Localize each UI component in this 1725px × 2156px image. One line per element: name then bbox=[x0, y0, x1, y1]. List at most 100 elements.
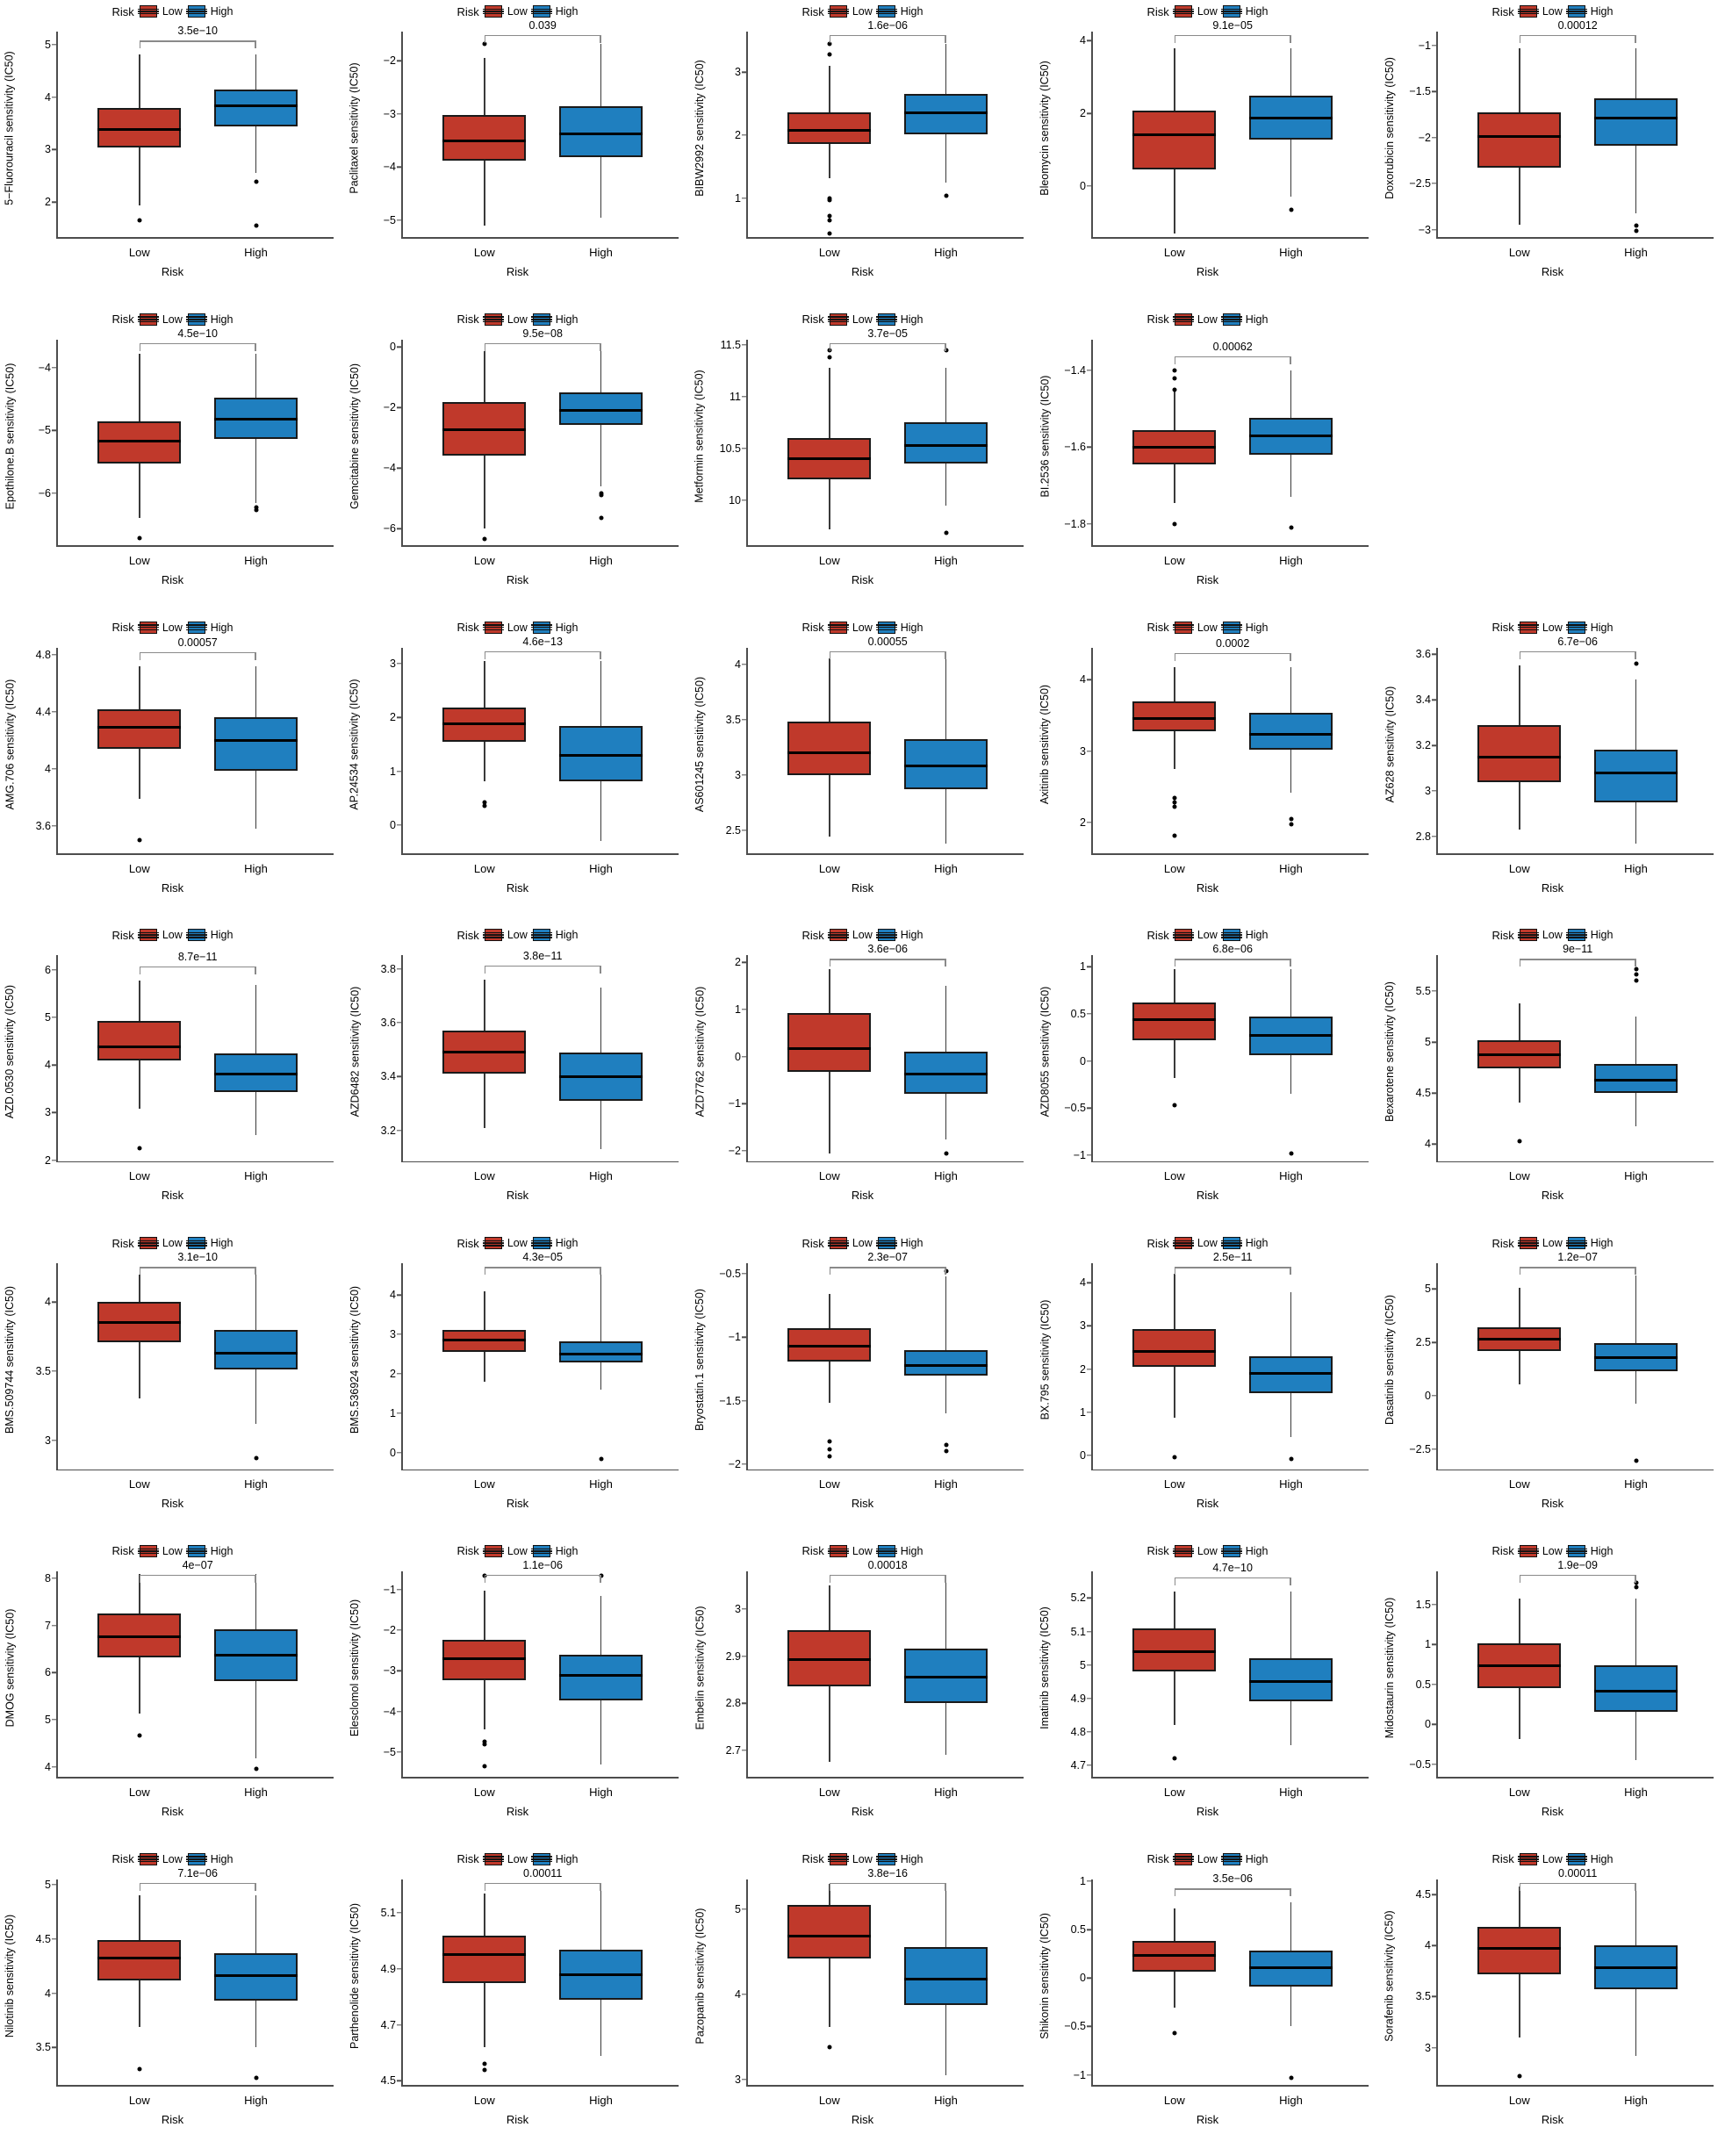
significance-bracket bbox=[484, 965, 601, 974]
p-value-label: 7.1e−06 bbox=[177, 1866, 218, 1879]
boxplot-panel: Risk Low High AZD6482 sensitivity (IC50) 3.8… bbox=[345, 923, 690, 1232]
panel-legend: Risk Low High bbox=[1380, 1850, 1725, 1869]
y-axis-ticks: 4 3 2 1 0 bbox=[363, 1263, 401, 1470]
plot-area: Gemcitabine sensitivity (IC50) 0 −2 −4 −6 9.5… bbox=[345, 327, 690, 615]
y-tick-label: 3.6 bbox=[380, 1016, 396, 1029]
axes: 1.6e−06 bbox=[746, 19, 1024, 239]
y-axis-line bbox=[401, 955, 403, 1163]
x-axis-title: Risk bbox=[1196, 572, 1219, 586]
x-axis-line bbox=[56, 237, 334, 239]
y-axis-ticks: 4 3.5 3 bbox=[18, 1263, 56, 1470]
legend-key-high bbox=[1565, 929, 1587, 942]
legend-label-high: High bbox=[555, 1544, 579, 1557]
y-axis-line bbox=[746, 1570, 748, 1779]
bracket-bar bbox=[1519, 1882, 1636, 1885]
plot-area: BMS.509744 sensitivity (IC50) 4 3.5 3 3.1e−1… bbox=[0, 1251, 345, 1539]
legend-key-median bbox=[137, 11, 159, 12]
x-tick-label-high: High bbox=[589, 861, 613, 875]
y-tick-label: 0.5 bbox=[1070, 1007, 1086, 1020]
x-tick-label-high: High bbox=[589, 1169, 613, 1183]
legend-key-median bbox=[482, 934, 504, 937]
x-axis-title: Risk bbox=[851, 1189, 874, 1203]
legend-key-median bbox=[137, 1550, 159, 1552]
legend-label-high: High bbox=[900, 313, 924, 326]
y-tick-label: 6 bbox=[45, 1666, 51, 1679]
outlier-point bbox=[827, 1447, 832, 1452]
x-axis-title: Risk bbox=[161, 1804, 184, 1818]
boxplot-panel: Risk Low High Dasatinib sensitivity (IC50) 5… bbox=[1380, 1232, 1725, 1540]
significance-bracket bbox=[1174, 1888, 1291, 1897]
legend-key-median bbox=[1565, 934, 1587, 937]
p-value-label: 2.3e−07 bbox=[867, 1251, 908, 1264]
y-tick-label: −1.4 bbox=[1064, 363, 1086, 377]
axes: 3.6e−06 bbox=[746, 943, 1024, 1163]
y-tick-label: −2 bbox=[728, 1144, 741, 1157]
p-value-label: 0.00018 bbox=[867, 1558, 908, 1571]
outlier-point bbox=[1289, 822, 1294, 827]
outlier-point bbox=[482, 1764, 487, 1769]
legend-label-low: Low bbox=[852, 1852, 873, 1865]
legend-key-median bbox=[482, 11, 504, 12]
panel-legend: Risk Low High bbox=[345, 310, 690, 329]
median-line bbox=[904, 1072, 988, 1075]
boxplot-panel: Risk Low High Parthenolide sensitivity (IC5… bbox=[345, 1848, 690, 2156]
y-axis-title-text: BI.2536 sensitivity (IC50) bbox=[1039, 375, 1052, 498]
legend-label-low: Low bbox=[852, 5, 873, 18]
y-tick-label: 0.5 bbox=[1415, 1678, 1431, 1691]
p-value-label: 8.7e−11 bbox=[177, 950, 218, 963]
legend-title: Risk bbox=[111, 4, 134, 18]
legend-key-median bbox=[185, 626, 207, 629]
median-line bbox=[1477, 1338, 1562, 1341]
legend-key-median bbox=[1517, 934, 1539, 937]
x-tick-label-high: High bbox=[244, 861, 268, 875]
y-axis-ticks: 5 4.5 4 3.5 bbox=[18, 1879, 56, 2087]
legend-title: Risk bbox=[801, 1852, 824, 1866]
boxplot-panel: Risk Low High Doxorubicin sensitivity (IC50… bbox=[1380, 0, 1725, 308]
legend-label-high: High bbox=[1590, 621, 1614, 634]
y-axis-ticks: 5.5 5 4.5 4 bbox=[1398, 955, 1436, 1162]
boxplot-panel: Risk Low High Pazopanib sensitivity (IC50) 5… bbox=[690, 1848, 1035, 2156]
x-tick-label-high: High bbox=[1279, 861, 1303, 875]
outlier-point bbox=[254, 1455, 259, 1461]
y-tick-label: 1.5 bbox=[1415, 1598, 1431, 1611]
significance-bracket bbox=[1519, 1574, 1636, 1584]
x-tick-label-high: High bbox=[1279, 553, 1303, 567]
legend-key-median bbox=[1220, 934, 1242, 937]
y-tick-label: 0 bbox=[1080, 1054, 1086, 1067]
legend-label-high: High bbox=[1245, 1237, 1269, 1250]
y-axis-ticks: 3 2.9 2.8 2.7 bbox=[708, 1571, 746, 1779]
x-axis-line bbox=[401, 1469, 679, 1471]
box-low bbox=[1132, 1328, 1217, 1367]
legend-key-median bbox=[137, 1242, 159, 1245]
y-tick-label: −1 bbox=[728, 1097, 741, 1110]
legend-key-median bbox=[185, 11, 207, 12]
legend-title: Risk bbox=[1491, 928, 1514, 942]
x-axis-line bbox=[56, 2085, 334, 2087]
plot-area: Metformin sensitivity (IC50) 11.5 11 10.5 10… bbox=[690, 327, 1035, 615]
median-line bbox=[559, 1074, 643, 1078]
median-line bbox=[442, 428, 527, 431]
legend-title: Risk bbox=[111, 928, 134, 942]
legend-label-high: High bbox=[555, 1852, 579, 1865]
box-low bbox=[1477, 724, 1562, 782]
y-axis-title-text: AS601245 sensitivity (IC50) bbox=[694, 676, 706, 812]
legend-key-high bbox=[530, 1237, 552, 1250]
legend-title: Risk bbox=[1146, 4, 1169, 18]
x-tick-label-low: Low bbox=[1163, 1169, 1185, 1183]
legend-label-low: Low bbox=[162, 5, 183, 18]
p-value-label: 0.00057 bbox=[177, 636, 218, 649]
median-line bbox=[1594, 1078, 1678, 1082]
y-tick-label: 3 bbox=[390, 657, 396, 670]
y-axis-title: Sorafenib sensitivity (IC50) bbox=[1382, 1867, 1398, 2085]
y-tick-label: −4 bbox=[383, 161, 396, 174]
y-tick-label: 5.1 bbox=[380, 1906, 396, 1919]
bracket-bar bbox=[1174, 1267, 1291, 1268]
legend-key-median bbox=[827, 626, 849, 629]
y-axis-title-text: 5−Fluorouracil sensitivity (IC50) bbox=[4, 51, 17, 205]
plot-area: AZD.0530 sensitivity (IC50) 6 5 4 3 2 8.7e−11 L… bbox=[0, 943, 345, 1231]
bracket-bar bbox=[1174, 356, 1291, 358]
p-value-label: 6.8e−06 bbox=[1212, 943, 1253, 956]
median-line bbox=[904, 1676, 988, 1679]
legend-label-high: High bbox=[1590, 1852, 1614, 1865]
legend-key-median bbox=[530, 1858, 552, 1860]
